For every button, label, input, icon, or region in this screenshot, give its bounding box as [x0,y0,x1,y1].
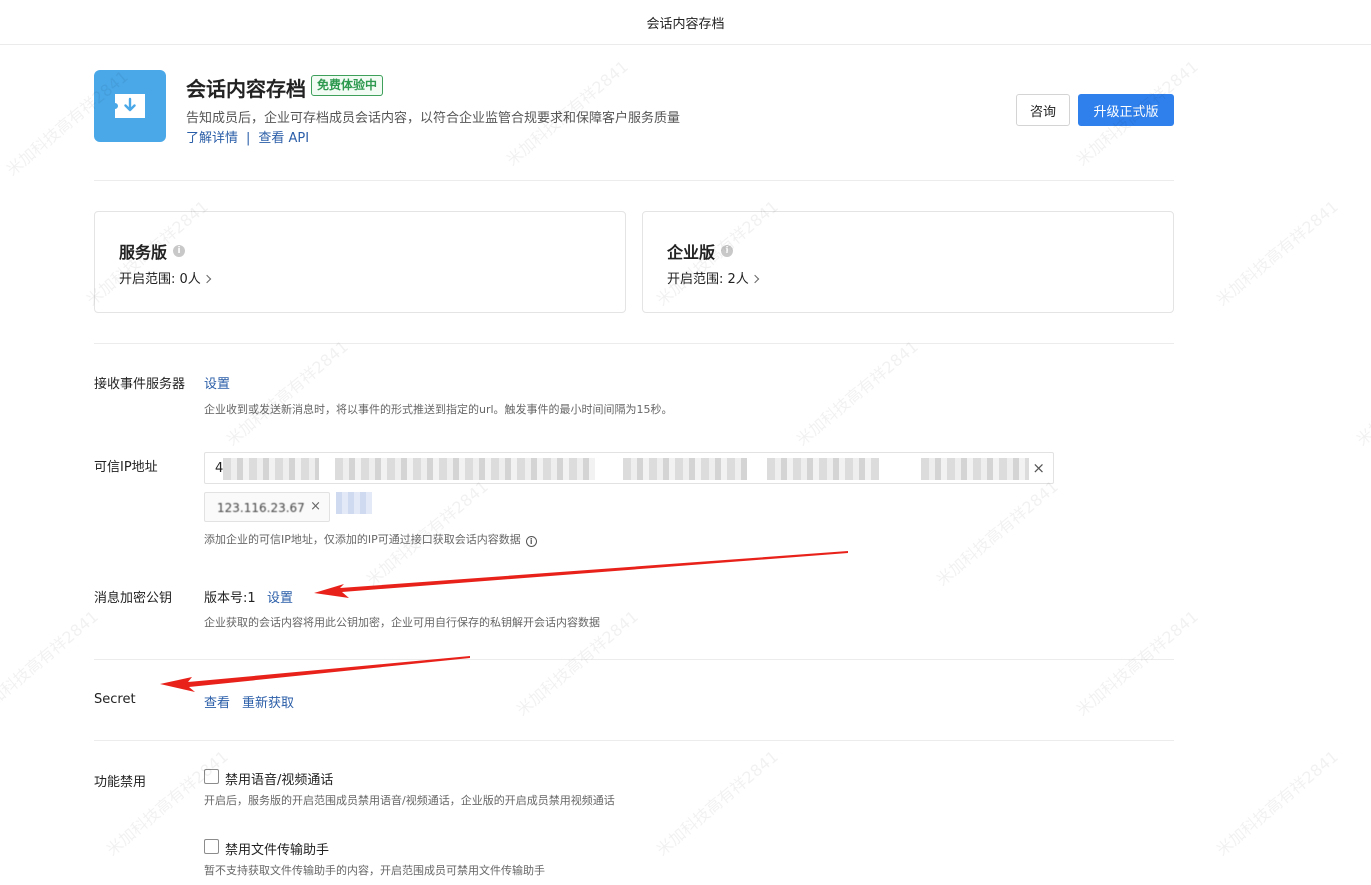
disable-features-label: 功能禁用 [94,775,147,790]
app-links: 了解详情 | 查看 API [186,127,309,146]
watermark: 米加科技高有祥2841 [1072,606,1202,720]
consult-button[interactable]: 咨询 [1016,94,1070,126]
enterprise-edition-card: 企业版 i 开启范围: 2人 [642,211,1174,313]
page-title: 会话内容存档 [646,16,725,32]
disable-file-transfer-checkbox[interactable] [204,839,219,854]
app-header: 会话内容存档 免费体验中 告知成员后，企业可存档成员会话内容，以符合企业监管合规… [94,70,1174,146]
app-title: 会话内容存档 [186,77,306,101]
annotation-arrow-secret [160,656,470,692]
download-box-icon [94,70,166,142]
disable-file-transfer-hint: 暂不支持获取文件传输助手的内容，开启范围成员可禁用文件传输助手 [204,864,545,877]
encryption-key-label: 消息加密公钥 [94,591,173,606]
watermark: 米加科技高有祥2841 [1212,196,1342,310]
trusted-ip-label: 可信IP地址 [94,460,158,475]
disable-voice-video-hint: 开启后，服务版的开启范围成员禁用语音/视频通话，企业版的开启成员禁用视频通话 [204,794,615,807]
ip-tag-value: 123.116.23.67 [217,501,305,515]
encryption-version: 版本号:1 [204,591,256,606]
chevron-right-icon [202,274,212,284]
watermark: 米加科技高有祥2841 [792,336,922,450]
enterprise-range-link[interactable]: 开启范围: 2人 [667,268,760,287]
event-server-set-link[interactable]: 设置 [204,373,230,392]
trusted-ip-input[interactable]: 4 × [204,452,1054,484]
watermark: 米加科技高有祥2841 [652,746,782,860]
divider [94,659,1174,660]
chevron-right-icon [750,274,760,284]
watermark: 米加科技高有祥2841 [1352,336,1371,450]
annotation-arrow-encryption [314,551,848,598]
add-ip-button[interactable] [336,492,372,514]
info-icon[interactable]: i [525,536,537,547]
watermark: 米加科技高有祥2841 [0,606,102,720]
card-title: 企业版 i [667,239,734,263]
watermark: 米加科技高有祥2841 [932,476,1062,590]
trusted-ip-hint: 添加企业的可信IP地址，仅添加的IP可通过接口获取会话内容数据 i [204,531,537,547]
card-title: 服务版 i [119,239,186,263]
service-edition-card: 服务版 i 开启范围: 0人 [94,211,626,313]
top-bar: 会话内容存档 [0,0,1371,45]
secret-label: Secret [94,692,136,707]
disable-voice-video-label[interactable]: 禁用语音/视频通话 [225,769,333,788]
encryption-set-link[interactable]: 设置 [267,587,293,606]
ip-value-redacted [767,458,879,480]
info-icon[interactable]: i [173,245,186,257]
event-server-hint: 企业收到或发送新消息时，将以事件的形式推送到指定的url。触发事件的最小时间间隔… [204,403,673,416]
ip-value-redacted [223,458,319,480]
disable-file-transfer-label[interactable]: 禁用文件传输助手 [225,839,329,858]
close-icon[interactable]: × [1032,459,1045,477]
service-range-link[interactable]: 开启范围: 0人 [119,268,212,287]
ip-tag[interactable]: 123.116.23.67 × [204,492,330,522]
encryption-hint: 企业获取的会话内容将用此公钥加密，企业可用自行保存的私钥解开会话内容数据 [204,616,600,629]
divider [94,740,1174,741]
divider [94,343,1174,344]
event-server-label: 接收事件服务器 [94,377,186,392]
upgrade-button[interactable]: 升级正式版 [1078,94,1174,126]
app-description: 告知成员后，企业可存档成员会话内容，以符合企业监管合规要求和保障客户服务质量 [186,111,681,126]
status-badge: 免费体验中 [311,75,384,96]
ip-value-redacted [921,458,1029,480]
ip-value-redacted [623,458,747,480]
ip-value-redacted [335,458,595,480]
info-icon[interactable]: i [721,245,734,257]
link-separator: | [246,131,251,146]
view-api-link[interactable]: 查看 API [258,131,309,146]
close-icon[interactable]: × [310,499,321,514]
divider [94,180,1174,181]
disable-voice-video-checkbox[interactable] [204,769,219,784]
watermark: 米加科技高有祥2841 [1212,746,1342,860]
learn-more-link[interactable]: 了解详情 [186,131,238,146]
refresh-secret-link[interactable]: 重新获取 [242,692,294,711]
watermark: 米加科技高有祥2841 [222,336,352,450]
view-secret-link[interactable]: 查看 [204,692,230,711]
